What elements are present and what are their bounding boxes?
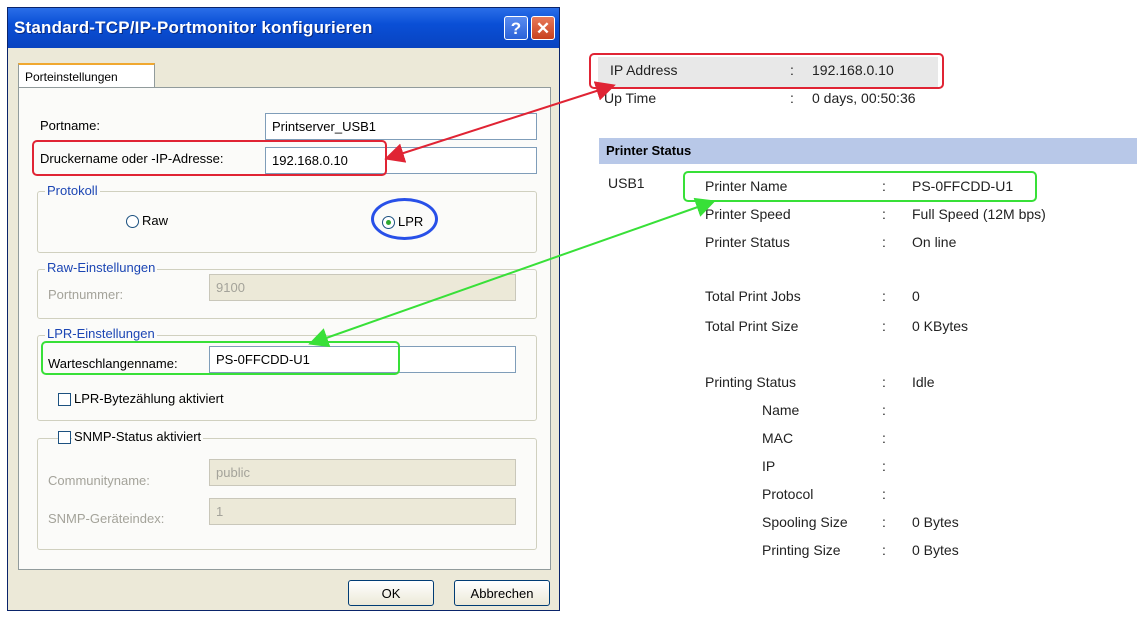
annotation-arrows xyxy=(308,81,716,348)
green-arrow-queue xyxy=(308,197,716,348)
red-arrow-ip xyxy=(384,81,616,163)
